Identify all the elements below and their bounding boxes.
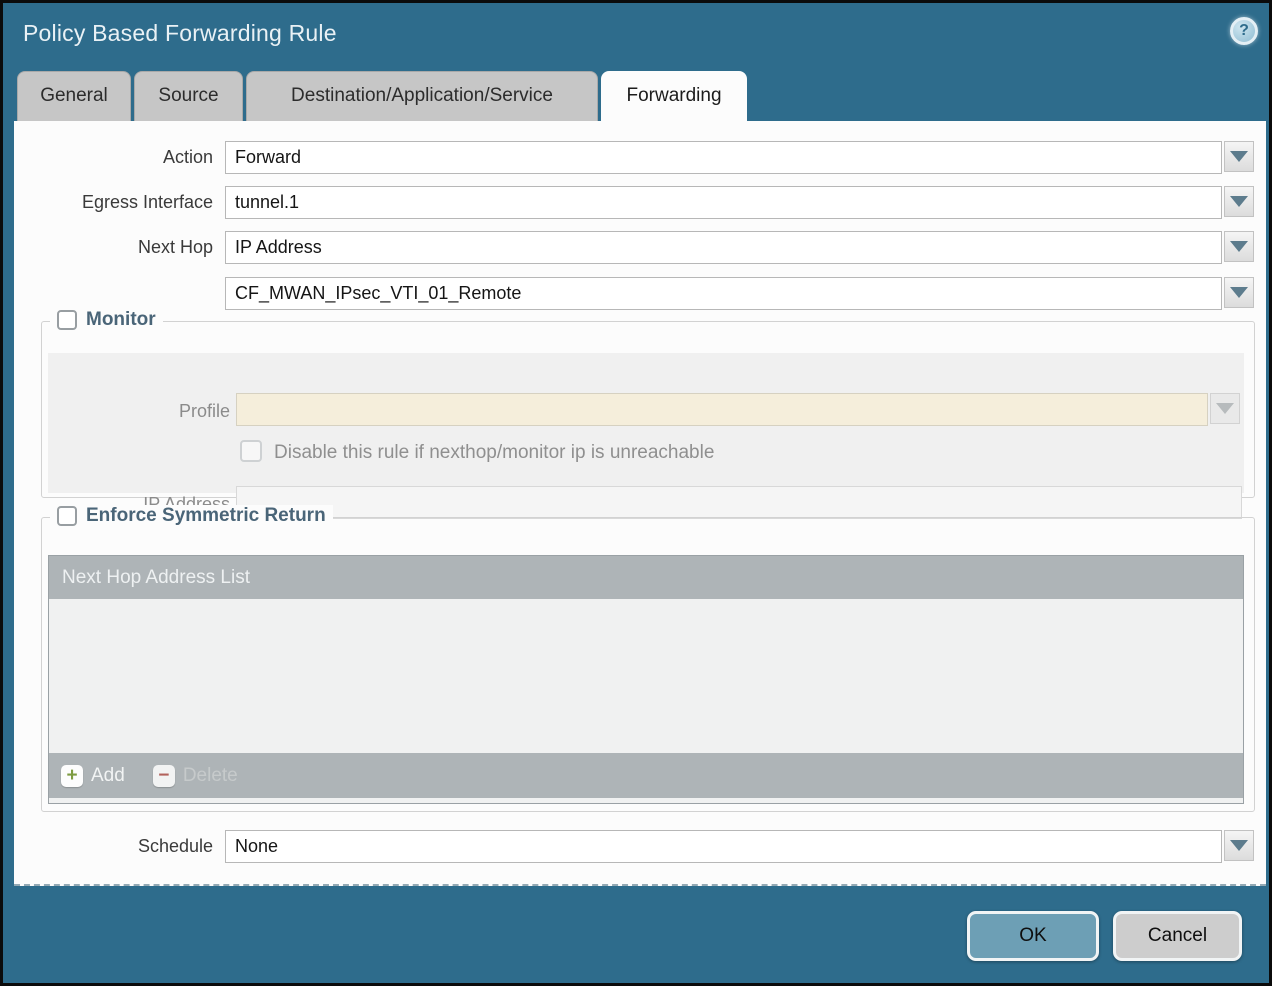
cancel-button[interactable]: Cancel <box>1113 911 1242 961</box>
chevron-down-icon <box>1230 287 1248 298</box>
next-hop-address-dropdown-button[interactable] <box>1224 277 1254 308</box>
chevron-down-icon <box>1230 196 1248 207</box>
delete-button-label: Delete <box>183 765 238 787</box>
egress-interface-label: Egress Interface <box>14 192 213 213</box>
monitor-section: Monitor Profile Disable this rule if nex… <box>41 321 1255 498</box>
help-icon[interactable]: ? <box>1230 17 1258 45</box>
profile-label: Profile <box>48 401 230 422</box>
next-hop-address-list-toolbar: + Add − Delete <box>49 753 1243 798</box>
dialog-title: Policy Based Forwarding Rule <box>23 20 337 47</box>
symmetric-return-legend: Enforce Symmetric Return <box>50 505 333 527</box>
monitor-checkbox[interactable] <box>57 310 77 330</box>
action-label: Action <box>14 147 213 168</box>
profile-dropdown-button <box>1210 393 1240 424</box>
tab-destination-application-service[interactable]: Destination/Application/Service <box>246 71 598 121</box>
profile-select <box>236 393 1208 426</box>
disable-rule-checkbox <box>240 440 262 462</box>
next-hop-address-list-header: Next Hop Address List <box>49 556 1243 599</box>
minus-icon: − <box>153 765 175 787</box>
next-hop-label: Next Hop <box>14 237 213 258</box>
tab-source[interactable]: Source <box>134 71 243 121</box>
monitor-legend: Monitor <box>50 309 163 331</box>
next-hop-address-list-body[interactable] <box>49 599 1243 753</box>
add-button-label: Add <box>91 765 125 787</box>
next-hop-address-select[interactable]: CF_MWAN_IPsec_VTI_01_Remote <box>225 277 1222 310</box>
next-hop-address-list-table: Next Hop Address List + Add − Delete <box>48 555 1244 804</box>
delete-button: − Delete <box>153 765 238 787</box>
chevron-down-icon <box>1230 151 1248 162</box>
schedule-select[interactable]: None <box>225 830 1222 863</box>
action-select[interactable]: Forward <box>225 141 1222 174</box>
schedule-dropdown-button[interactable] <box>1224 830 1254 861</box>
chevron-down-icon <box>1216 403 1234 414</box>
table-bottom-strip <box>49 798 1243 803</box>
chevron-down-icon <box>1230 840 1248 851</box>
next-hop-dropdown-button[interactable] <box>1224 231 1254 262</box>
monitor-ip-address-input <box>236 486 1242 519</box>
tab-general[interactable]: General <box>17 71 131 121</box>
ok-button[interactable]: OK <box>967 911 1099 961</box>
tab-forwarding[interactable]: Forwarding <box>601 71 747 122</box>
monitor-panel: Profile Disable this rule if nexthop/mon… <box>48 353 1244 493</box>
egress-interface-dropdown-button[interactable] <box>1224 186 1254 217</box>
chevron-down-icon <box>1230 241 1248 252</box>
tab-bar: General Source Destination/Application/S… <box>17 71 747 122</box>
forwarding-tab-panel: Action Forward Egress Interface tunnel.1… <box>14 121 1266 886</box>
symmetric-return-checkbox[interactable] <box>57 506 77 526</box>
policy-based-forwarding-dialog: Policy Based Forwarding Rule ? General S… <box>0 0 1272 986</box>
disable-rule-label: Disable this rule if nexthop/monitor ip … <box>274 442 714 464</box>
next-hop-type-select[interactable]: IP Address <box>225 231 1222 264</box>
add-button[interactable]: + Add <box>61 765 125 787</box>
plus-icon: + <box>61 765 83 787</box>
symmetric-return-section: Enforce Symmetric Return Next Hop Addres… <box>41 517 1255 812</box>
monitor-legend-label: Monitor <box>86 309 156 331</box>
egress-interface-select[interactable]: tunnel.1 <box>225 186 1222 219</box>
action-dropdown-button[interactable] <box>1224 141 1254 172</box>
schedule-label: Schedule <box>14 836 213 857</box>
symmetric-return-legend-label: Enforce Symmetric Return <box>86 505 326 527</box>
